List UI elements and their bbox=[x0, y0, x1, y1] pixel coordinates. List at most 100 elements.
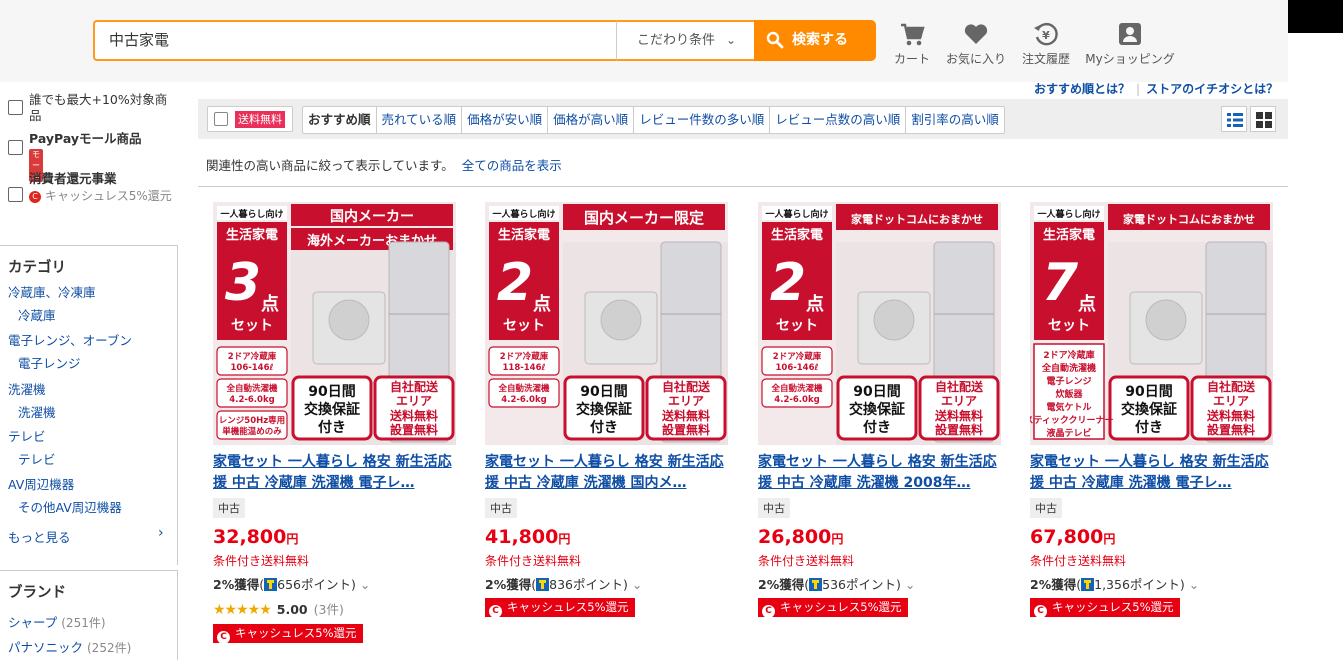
sort-discount[interactable]: 割引率の高い順 bbox=[905, 107, 1004, 133]
more-categories-link[interactable]: もっと見る bbox=[8, 527, 71, 546]
search-button[interactable]: 検索する bbox=[754, 20, 876, 61]
cashless-badge: C キャッシュレス5%還元 bbox=[485, 598, 635, 618]
filter-bonus-label: 誰でも最大+10%対象商品 bbox=[29, 92, 168, 123]
yen-unit: 円 bbox=[831, 532, 844, 546]
product-title-link[interactable]: 家電セット 一人暮らし 格安 新生活応援 中古 冷蔵庫 洗濯機 国内メ… bbox=[485, 452, 728, 494]
svg-text:交換保証: 交換保証 bbox=[1121, 401, 1177, 418]
search-input[interactable]: 中古家電 bbox=[93, 20, 616, 61]
nav-favorites[interactable]: お気に入り bbox=[945, 20, 1007, 68]
price-value: 67,800 bbox=[1030, 526, 1104, 548]
points-info[interactable]: 2%獲得(1,356ポイント) ⌄ bbox=[1030, 574, 1199, 593]
store-pick-help-link[interactable]: ストアのイチオシとは？ bbox=[1146, 82, 1278, 96]
svg-text:一人暮らし向け: 一人暮らし向け bbox=[765, 208, 828, 220]
free-shipping-filter[interactable]: 送料無料 bbox=[207, 106, 293, 132]
grid-view-icon bbox=[1256, 112, 1272, 128]
svg-text:セット: セット bbox=[231, 318, 273, 334]
category-microwave-sub[interactable]: 電子レンジ bbox=[18, 353, 81, 372]
svg-text:セット: セット bbox=[1048, 318, 1090, 334]
cashless-icon: C bbox=[29, 190, 41, 203]
product-price: 26,800円 bbox=[758, 526, 843, 548]
checkbox[interactable] bbox=[8, 100, 23, 115]
product-image[interactable]: 一人暮らし向け 生活家電 7 点 セット 家電ドットコムにおまかせ 90日間 交… bbox=[1030, 202, 1273, 445]
cashless-icon: C bbox=[217, 631, 230, 644]
svg-text:セット: セット bbox=[503, 318, 545, 334]
product-image-wrap[interactable]: 一人暮らし向け 生活家電 2 点 セット 家電ドットコムにおまかせ 90日間 交… bbox=[758, 202, 1001, 445]
category-tv-sub[interactable]: テレビ bbox=[18, 449, 56, 468]
condition-dropdown[interactable]: こだわり条件 ⌄ bbox=[616, 20, 754, 61]
product-image-wrap[interactable]: 一人暮らし向け 生活家電 2 点 セット 国内メーカー限定 90日間 交換保証 … bbox=[485, 202, 728, 445]
cashless-icon: C bbox=[489, 605, 502, 618]
product-title-link[interactable]: 家電セット 一人暮らし 格安 新生活応援 中古 冷蔵庫 洗濯機 2008年… bbox=[758, 452, 1001, 494]
svg-text:国内メーカー限定: 国内メーカー限定 bbox=[584, 209, 704, 227]
brand-sharp[interactable]: シャープ (251件) bbox=[8, 612, 106, 631]
category-washer-sub[interactable]: 洗濯機 bbox=[18, 402, 56, 421]
product-image[interactable]: 一人暮らし向け 生活家電 2 点 セット 家電ドットコムにおまかせ 90日間 交… bbox=[758, 202, 1001, 445]
checkbox[interactable] bbox=[214, 112, 228, 126]
product-image-wrap[interactable]: 一人暮らし向け 生活家電 7 点 セット 家電ドットコムにおまかせ 90日間 交… bbox=[1030, 202, 1273, 445]
product-price: 32,800円 bbox=[213, 526, 298, 548]
svg-text:106-146ℓ: 106-146ℓ bbox=[775, 363, 818, 373]
svg-text:2ドア冷蔵庫: 2ドア冷蔵庫 bbox=[500, 351, 549, 362]
nav-order-history[interactable]: ¥ 注文履歴 bbox=[1020, 20, 1072, 68]
cashless-icon: C bbox=[762, 605, 775, 618]
svg-text:セット: セット bbox=[776, 318, 818, 334]
category-microwave[interactable]: 電子レンジ、オーブン bbox=[8, 330, 132, 349]
product-image[interactable]: 一人暮らし向け 生活家電 2 点 セット 国内メーカー限定 90日間 交換保証 … bbox=[485, 202, 728, 445]
sort-review-score[interactable]: レビュー点数の高い順 bbox=[769, 107, 905, 133]
category-fridge[interactable]: 冷蔵庫、冷凍庫 bbox=[8, 282, 96, 301]
category-tv[interactable]: テレビ bbox=[8, 426, 46, 445]
points-info[interactable]: 2%獲得(656ポイント) ⌄ bbox=[213, 574, 370, 593]
checkbox[interactable] bbox=[8, 187, 23, 202]
points-value: 536ポイント bbox=[822, 577, 896, 592]
product-title-link[interactable]: 家電セット 一人暮らし 格安 新生活応援 中古 冷蔵庫 洗濯機 電子レ… bbox=[213, 452, 456, 494]
svg-text:全自動洗濯機: 全自動洗濯機 bbox=[225, 383, 278, 394]
cashless-text: キャッシュレス5%還元 bbox=[507, 600, 629, 614]
divider bbox=[198, 186, 1288, 187]
svg-text:レンジ50Hz専用: レンジ50Hz専用 bbox=[219, 415, 285, 426]
cashless-badge: C キャッシュレス5%還元 bbox=[213, 624, 363, 644]
svg-text:一人暮らし向け: 一人暮らし向け bbox=[492, 208, 555, 220]
price-value: 41,800 bbox=[485, 526, 559, 548]
svg-text:一人暮らし向け: 一人暮らし向け bbox=[220, 208, 283, 220]
sort-best-selling[interactable]: 売れている順 bbox=[375, 107, 462, 133]
list-view-icon bbox=[1227, 113, 1243, 127]
sort-price-low[interactable]: 価格が安い順 bbox=[461, 107, 547, 133]
category-washer[interactable]: 洗濯機 bbox=[8, 379, 46, 398]
chevron-right-icon[interactable]: › bbox=[158, 525, 164, 541]
sort-review-count[interactable]: レビュー件数の多い順 bbox=[633, 107, 769, 133]
points-rate: 2%獲得 bbox=[485, 577, 532, 592]
cashless-badge: C キャッシュレス5%還元 bbox=[1030, 598, 1180, 618]
help-links: おすすめ順とは？ | ストアのイチオシとは？ bbox=[1034, 80, 1278, 97]
sort-recommended[interactable]: おすすめ順 bbox=[303, 107, 376, 133]
rating-score: 5.00 bbox=[276, 602, 308, 617]
category-av[interactable]: AV周辺機器 bbox=[8, 474, 74, 493]
points-info[interactable]: 2%獲得(836ポイント) ⌄ bbox=[485, 574, 642, 593]
nav-my-shopping-label: Myショッピング bbox=[1085, 52, 1175, 66]
product-title-link[interactable]: 家電セット 一人暮らし 格安 新生活応援 中古 冷蔵庫 洗濯機 電子レ… bbox=[1030, 452, 1273, 494]
nav-my-shopping[interactable]: Myショッピング bbox=[1085, 20, 1175, 68]
points-value: 656ポイント bbox=[277, 577, 351, 592]
checkbox[interactable] bbox=[8, 140, 23, 155]
svg-text:点: 点 bbox=[261, 293, 279, 315]
brand-title: ブランド bbox=[8, 585, 66, 601]
svg-text:家電ドットコムにおまかせ: 家電ドットコムにおまかせ bbox=[851, 212, 983, 226]
points-info[interactable]: 2%獲得(536ポイント) ⌄ bbox=[758, 574, 915, 593]
category-fridge-sub[interactable]: 冷蔵庫 bbox=[18, 305, 56, 324]
nav-cart[interactable]: カート bbox=[893, 20, 931, 68]
product-image-wrap[interactable]: 一人暮らし向け 生活家電 3 点 セット 国内メーカー 海外メーカーおまかせ 9… bbox=[213, 202, 456, 445]
brand-panasonic[interactable]: パナソニック (252件) bbox=[8, 637, 131, 656]
product-rating[interactable]: ★★★★★ 5.00 (3件) bbox=[213, 599, 344, 618]
brand-sharp-label: シャープ bbox=[8, 615, 58, 630]
product-image[interactable]: 一人暮らし向け 生活家電 3 点 セット 国内メーカー 海外メーカーおまかせ 9… bbox=[213, 202, 456, 445]
sort-price-high[interactable]: 価格が高い順 bbox=[547, 107, 633, 133]
svg-text:液晶テレビ: 液晶テレビ bbox=[1046, 427, 1091, 439]
sort-tabs: おすすめ順 売れている順 価格が安い順 価格が高い順 レビュー件数の多い順 レビ… bbox=[302, 106, 1005, 134]
recommend-help-link[interactable]: おすすめ順とは？ bbox=[1034, 82, 1130, 96]
svg-text:炊飯器: 炊飯器 bbox=[1055, 388, 1083, 400]
svg-text:付き: 付き bbox=[590, 419, 618, 436]
svg-text:自社配送: 自社配送 bbox=[935, 379, 984, 394]
category-av-sub[interactable]: その他AV周辺機器 bbox=[18, 497, 122, 516]
show-all-link[interactable]: 全ての商品を表示 bbox=[462, 158, 562, 173]
list-view-button[interactable] bbox=[1221, 106, 1247, 132]
grid-view-button[interactable] bbox=[1250, 106, 1276, 132]
